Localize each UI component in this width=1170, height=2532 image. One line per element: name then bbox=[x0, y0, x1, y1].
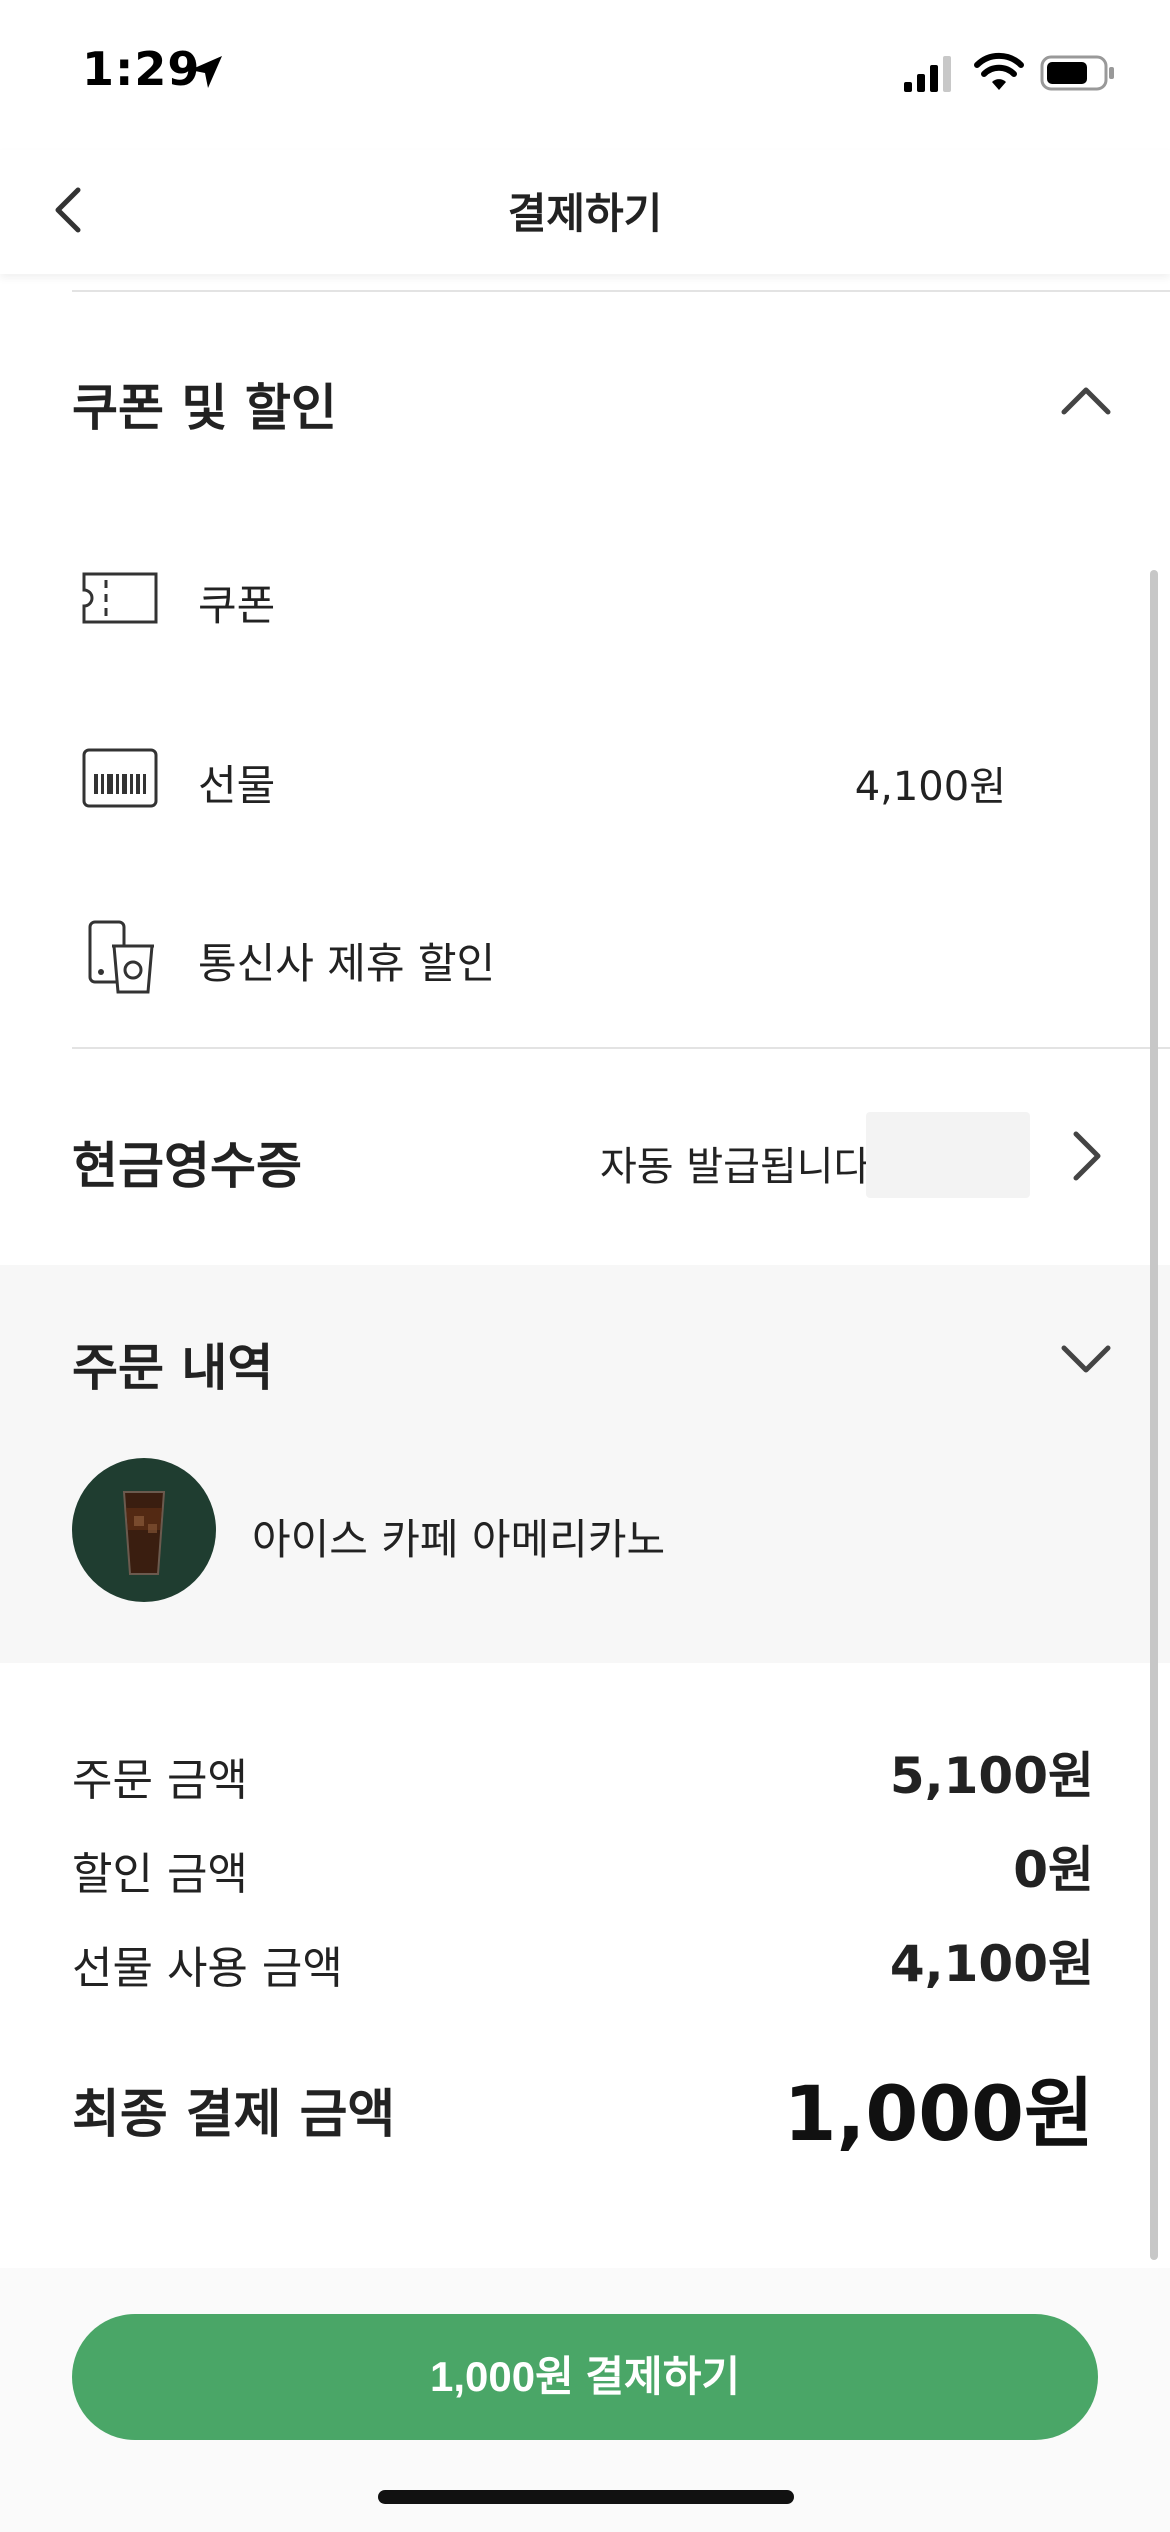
wifi-icon bbox=[974, 52, 1024, 90]
gift-used-amount-value: 4,100원 bbox=[889, 1935, 1094, 1993]
cash-receipt-value: 자동 발급됩니다 bbox=[600, 1144, 871, 1190]
chevron-up-icon[interactable] bbox=[1058, 374, 1114, 430]
redacted-area bbox=[866, 1112, 1030, 1198]
barcode-card-icon bbox=[82, 748, 158, 808]
product-thumbnail bbox=[72, 1458, 216, 1602]
ticket-icon bbox=[82, 572, 158, 624]
status-time: 1:29 bbox=[82, 42, 201, 96]
order-history-panel bbox=[0, 1265, 1170, 1663]
order-item-name: 아이스 카페 아메리카노 bbox=[252, 1515, 666, 1564]
iced-coffee-icon bbox=[122, 1491, 166, 1575]
status-bar: 1:29 bbox=[0, 0, 1170, 150]
gift-value: 4,100원 bbox=[854, 764, 1006, 810]
chevron-right-icon[interactable] bbox=[1058, 1128, 1114, 1184]
page-title: 결제하기 bbox=[507, 189, 663, 238]
coupon-label: 쿠폰 bbox=[198, 581, 276, 630]
telecom-discount-label: 통신사 제휴 할인 bbox=[198, 939, 496, 988]
order-history-title[interactable]: 주문 내역 bbox=[72, 1328, 273, 1400]
final-amount-label: 최종 결제 금액 bbox=[72, 2085, 396, 2145]
phone-cup-icon bbox=[88, 920, 154, 994]
battery-icon bbox=[1040, 55, 1114, 91]
order-amount-value: 5,100원 bbox=[889, 1747, 1094, 1805]
nav-bar: 결제하기 bbox=[0, 150, 1170, 274]
cash-receipt-title: 현금영수증 bbox=[72, 1137, 302, 1195]
pay-button[interactable]: 1,000원 결제하기 bbox=[72, 2314, 1098, 2440]
divider bbox=[72, 290, 1170, 292]
final-amount-value: 1,000원 bbox=[783, 2069, 1094, 2158]
gift-label: 선물 bbox=[198, 761, 276, 810]
chevron-down-icon[interactable] bbox=[1058, 1330, 1114, 1386]
home-indicator[interactable] bbox=[378, 2490, 794, 2504]
discount-amount-value: 0원 bbox=[1013, 1841, 1094, 1899]
coupon-section-title[interactable]: 쿠폰 및 할인 bbox=[72, 368, 337, 440]
order-amount-label: 주문 금액 bbox=[72, 1755, 248, 1806]
gift-used-amount-label: 선물 사용 금액 bbox=[72, 1943, 343, 1994]
discount-amount-label: 할인 금액 bbox=[72, 1849, 248, 1900]
scrollbar[interactable] bbox=[1150, 570, 1158, 2260]
signal-icon bbox=[904, 56, 951, 92]
location-arrow-icon bbox=[190, 56, 222, 88]
divider bbox=[72, 1047, 1170, 1049]
